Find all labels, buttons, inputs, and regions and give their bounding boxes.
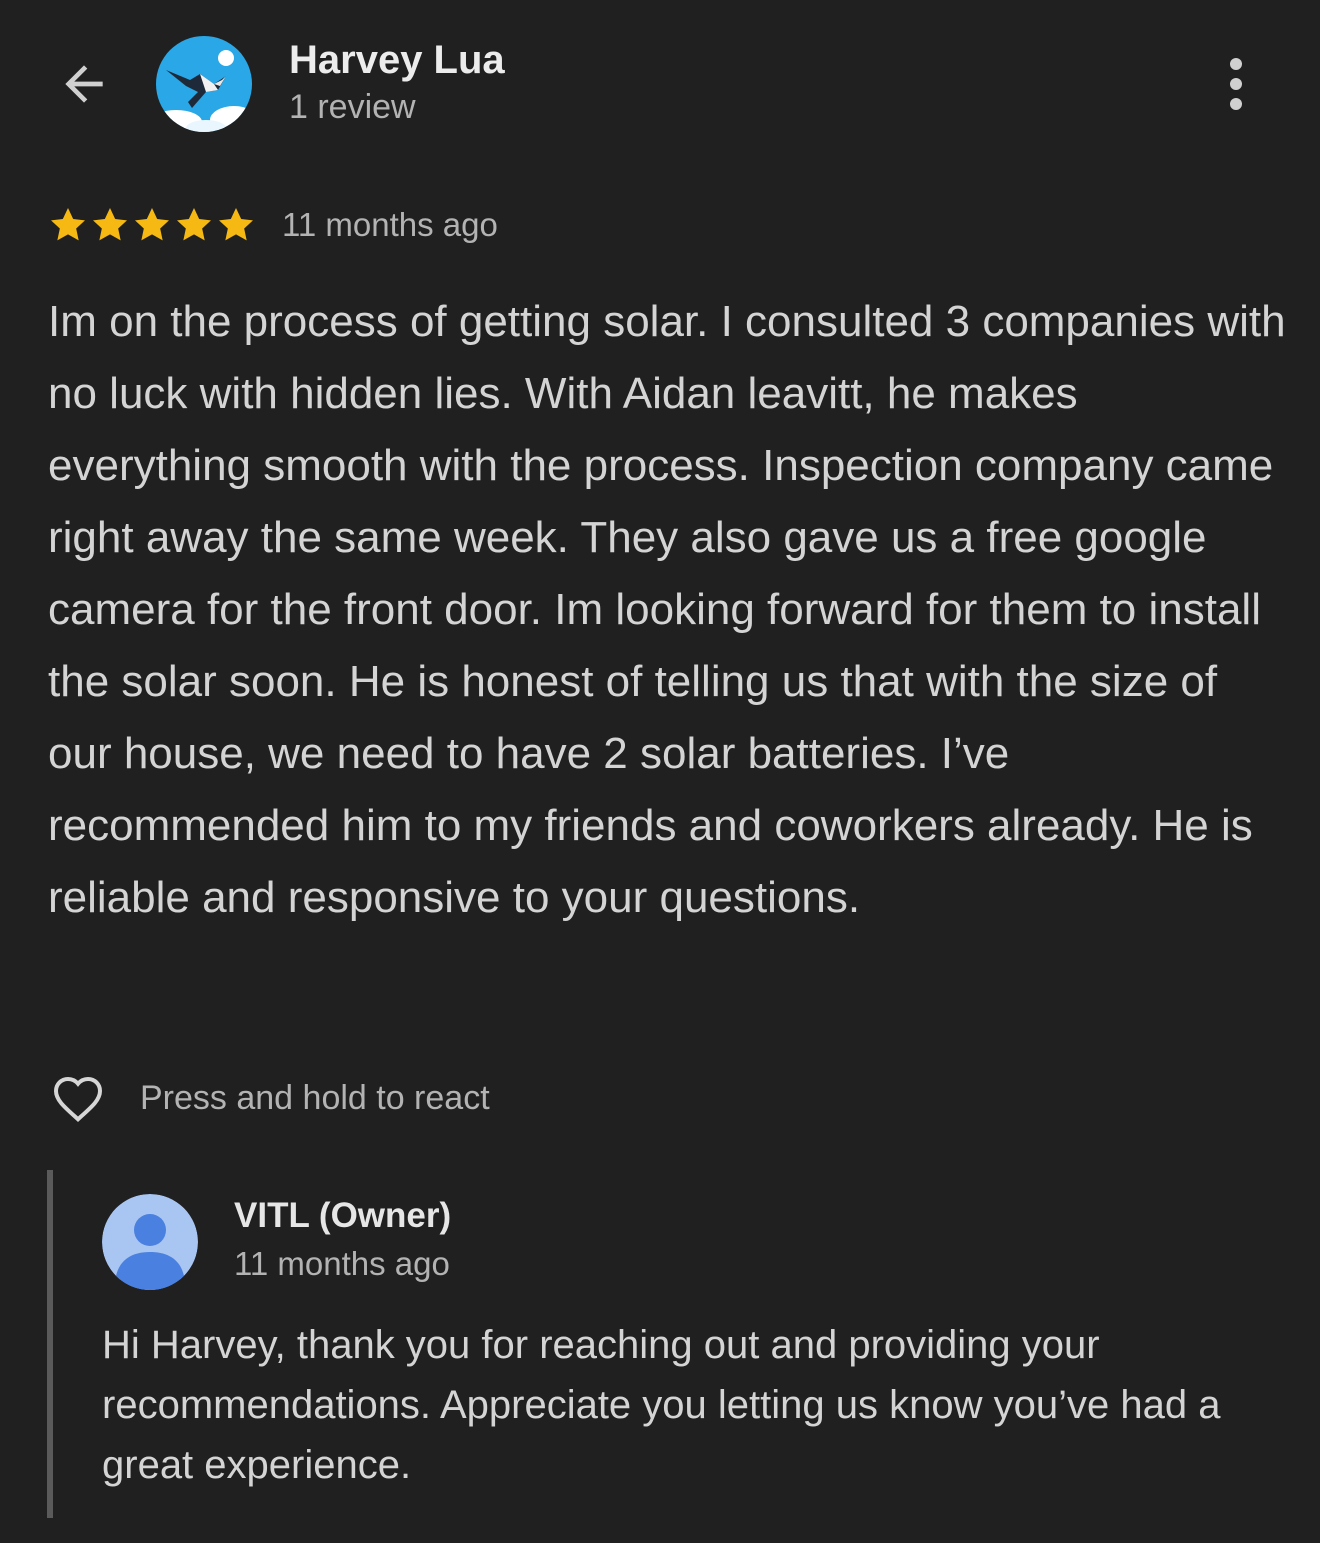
arrow-left-icon bbox=[65, 65, 103, 103]
more-vert-icon bbox=[1230, 58, 1242, 110]
reviewer-name[interactable]: Harvey Lua bbox=[289, 38, 505, 83]
react-label: Press and hold to react bbox=[140, 1078, 490, 1117]
owner-reply-timestamp: 11 months ago bbox=[234, 1245, 450, 1282]
star-icon bbox=[135, 208, 169, 241]
reply-divider bbox=[47, 1170, 53, 1518]
star-rating bbox=[48, 205, 256, 245]
person-avatar-icon bbox=[102, 1194, 198, 1290]
review-timestamp: 11 months ago bbox=[282, 206, 498, 243]
more-options-button[interactable] bbox=[1206, 52, 1266, 116]
owner-reply-text: Hi Harvey, thank you for reaching out an… bbox=[102, 1323, 1221, 1487]
reviewer-avatar[interactable] bbox=[156, 36, 252, 132]
owner-name: VITL (Owner) bbox=[234, 1196, 452, 1235]
bird-avatar-icon bbox=[156, 36, 252, 132]
rating-row: 11 months ago bbox=[48, 203, 498, 247]
react-button[interactable]: Press and hold to react bbox=[46, 1066, 490, 1130]
owner-avatar bbox=[102, 1194, 198, 1290]
review-text: Im on the process of getting solar. I co… bbox=[48, 297, 1286, 922]
reviewer-review-count: 1 review bbox=[289, 88, 416, 126]
back-button[interactable] bbox=[52, 54, 116, 114]
star-icon bbox=[177, 208, 211, 241]
heart-outline-icon bbox=[53, 1076, 103, 1122]
star-icon bbox=[51, 208, 85, 241]
star-icon bbox=[219, 208, 253, 241]
star-icon bbox=[93, 208, 127, 241]
